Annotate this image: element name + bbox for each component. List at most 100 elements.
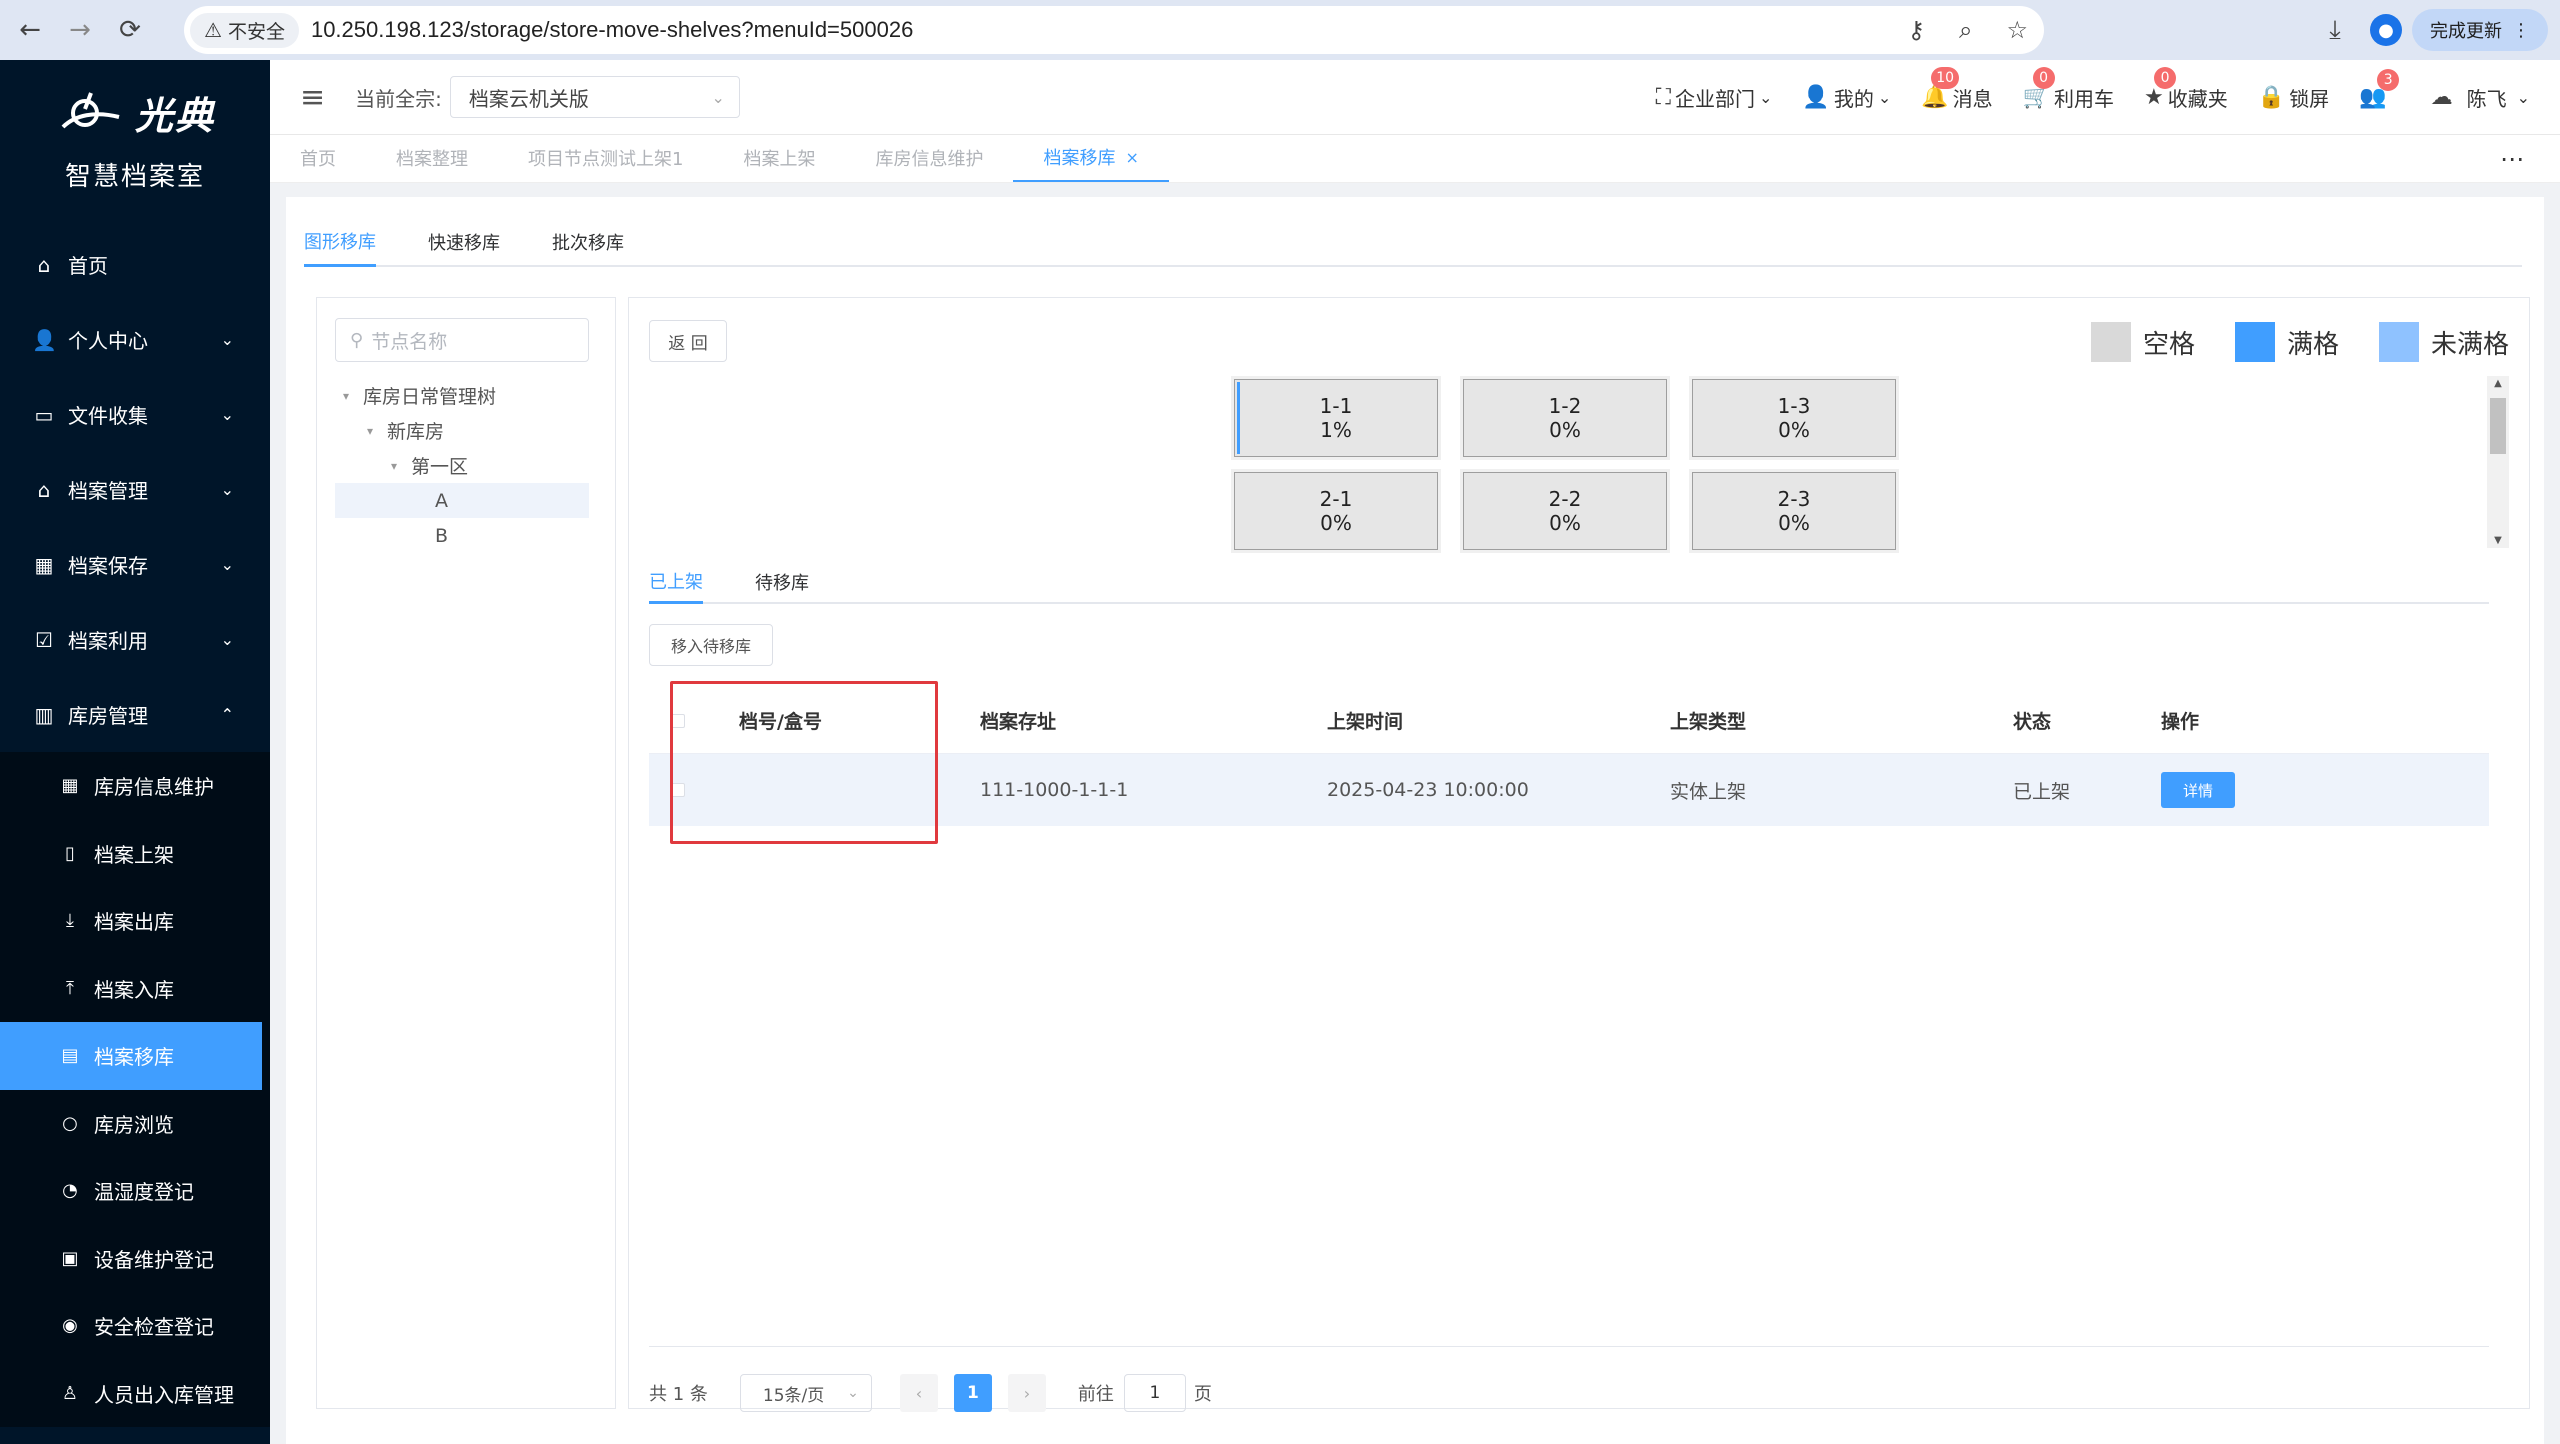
page-size-select[interactable]: 15条/页 ⌄ (739, 1374, 872, 1412)
tab-node-test[interactable]: 项目节点测试上架1 (498, 134, 713, 182)
col-header-time: 上架时间 (1327, 711, 1404, 733)
messages-button[interactable]: 🔔 10 消息 (1921, 67, 1993, 112)
scroll-down-icon[interactable]: ▼ (2487, 535, 2509, 546)
sidebar-subitem-inbound[interactable]: ⤒ 档案入库 (0, 955, 270, 1023)
sidebar-item-warehouse[interactable]: ▥ 库房管理 ⌃ (0, 677, 270, 752)
sidebar-subitem-humidity[interactable]: ◔ 温湿度登记 (0, 1157, 270, 1225)
tree-node[interactable]: ▾ 第一区 (335, 448, 589, 483)
tree-search-input[interactable]: ⚲ 节点名称 (335, 318, 589, 362)
chevron-down-icon: ⌄ (711, 87, 725, 107)
tab-arrange[interactable]: 档案整理 (366, 134, 498, 182)
user-menu[interactable]: ☁ 陈飞 ⌄ (2431, 83, 2530, 112)
forward-arrow-icon[interactable]: → (60, 10, 100, 50)
shelf-cell[interactable]: 1-1 1% (1231, 376, 1441, 460)
sidebar-item-archive-save[interactable]: ▦ 档案保存 ⌄ (0, 527, 270, 602)
security-warning[interactable]: ⚠ 不安全 (190, 12, 299, 48)
sidebar-item-archive-use[interactable]: ☑ 档案利用 ⌄ (0, 602, 270, 677)
shelf-cell[interactable]: 1-3 0% (1689, 376, 1899, 460)
close-icon[interactable]: × (1125, 148, 1138, 167)
caret-down-icon[interactable]: ▾ (343, 389, 355, 403)
address-bar[interactable]: ⚠ 不安全 10.250.198.123/storage/store-move-s… (184, 6, 2044, 54)
chevron-down-icon: ⌄ (220, 555, 234, 574)
profile-icon[interactable]: ● (2370, 14, 2402, 46)
menu-toggle-icon[interactable]: ≡ (300, 80, 325, 115)
tree-node-selected[interactable]: A (335, 483, 589, 518)
tab-move[interactable]: 档案移库 × (1013, 134, 1169, 182)
update-button[interactable]: 完成更新 ⋮ (2412, 9, 2548, 51)
sidebar-subitem-browse[interactable]: ○ 库房浏览 (0, 1090, 270, 1158)
page-number-button[interactable]: 1 (953, 1374, 992, 1412)
star-icon[interactable]: ☆ (2006, 16, 2028, 44)
sidebar-subitem-warehouse-info[interactable]: ▦ 库房信息维护 (0, 752, 270, 820)
logo: 光典 (0, 82, 270, 142)
tab-pending-move[interactable]: 待移库 (755, 560, 809, 604)
col-header-address: 档案存址 (980, 711, 1057, 733)
shelf-cell[interactable]: 1-2 0% (1460, 376, 1670, 460)
url-text[interactable]: 10.250.198.123/storage/store-move-shelve… (311, 17, 913, 43)
favorites-button[interactable]: ★ 0 收藏夹 (2144, 67, 2228, 112)
chevron-down-icon: ⌄ (1759, 88, 1773, 107)
tab-home[interactable]: 首页 (270, 134, 366, 182)
sidebar-menu: ⌂ 首页 👤 个人中心 ⌄ ▭ 文件收集 ⌄ ⌂ 档案管理 ⌄ ▦ 档案保存 ⌄ ☑ 档案利用 ⌄ ▥… (0, 227, 270, 1427)
scroll-up-icon[interactable]: ▲ (2487, 378, 2509, 389)
clipboard-icon: ☑ (35, 627, 53, 652)
cell-type: 实体上架 (1670, 780, 1747, 803)
sidebar-item-collect[interactable]: ▭ 文件收集 ⌄ (0, 377, 270, 452)
cart-button[interactable]: 🛒 0 利用车 (2023, 67, 2114, 112)
tab-shelved[interactable]: 已上架 (649, 560, 703, 604)
scroll-thumb[interactable] (2490, 398, 2506, 454)
key-icon[interactable]: ⚷ (1907, 16, 1925, 44)
tree-node[interactable]: ▾ 库房日常管理树 (335, 378, 589, 413)
tree-node[interactable]: B (335, 518, 589, 553)
more-vert-icon: ⋮ (2512, 19, 2530, 41)
sidebar-subitem-outbound[interactable]: ⤓ 档案出库 (0, 887, 270, 955)
lock-button[interactable]: 🔒 锁屏 (2258, 83, 2329, 112)
sidebar-item-personal[interactable]: 👤 个人中心 ⌄ (0, 302, 270, 377)
cell-address: 111-1000-1-1-1 (980, 779, 1129, 801)
next-page-button[interactable]: › (1007, 1374, 1046, 1412)
grid-scrollbar[interactable]: ▲ ▼ (2487, 376, 2509, 548)
tab-graphic-move[interactable]: 图形移库 (304, 217, 376, 267)
sidebar-subitem-shelve[interactable]: ▯ 档案上架 (0, 820, 270, 888)
back-button[interactable]: 返 回 (649, 320, 727, 362)
goto-page-input[interactable]: 1 (1123, 1374, 1186, 1412)
caret-down-icon[interactable]: ▾ (391, 459, 403, 473)
caret-down-icon[interactable]: ▾ (367, 424, 379, 438)
page-suffix: 页 (1193, 1384, 1212, 1405)
messages-badge: 10 (1931, 67, 1960, 89)
legend-swatch (2090, 322, 2131, 362)
home-icon: ⌂ (37, 252, 51, 277)
sidebar-subitem-safety[interactable]: ◉ 安全检查登记 (0, 1292, 270, 1360)
shelf-cell[interactable]: 2-2 0% (1460, 469, 1670, 553)
sidebar-subitem-move[interactable]: ▤ 档案移库 (0, 1022, 262, 1090)
sidebar-subitem-device[interactable]: ▣ 设备维护登记 (0, 1225, 270, 1293)
back-arrow-icon[interactable]: ← (10, 10, 50, 50)
reload-icon[interactable]: ⟳ (110, 10, 150, 50)
tab-quick-move[interactable]: 快速移库 (428, 217, 500, 267)
online-users-button[interactable]: 👥 3 (2359, 69, 2400, 110)
shelf-cell[interactable]: 2-3 0% (1689, 469, 1899, 553)
dept-menu[interactable]: ⛶ 企业部门 ⌄ (1656, 83, 1773, 112)
tree-node[interactable]: ▾ 新库房 (335, 413, 589, 448)
mine-menu[interactable]: 👤 我的 ⌄ (1802, 83, 1891, 112)
bank-icon: ⌂ (37, 477, 51, 502)
download-icon[interactable]: ⤓ (2310, 15, 2360, 46)
legend: 空格 满格 未满格 (2051, 322, 2509, 362)
tab-warehouse-info[interactable]: 库房信息维护 (845, 134, 1013, 182)
sidebar-item-archive-manage[interactable]: ⌂ 档案管理 ⌄ (0, 452, 270, 527)
total-count: 共 1 条 (649, 1384, 708, 1405)
zoom-icon[interactable]: ⌕ (1959, 16, 1972, 44)
more-icon[interactable]: ⋯ (2500, 145, 2524, 173)
tab-batch-move[interactable]: 批次移库 (552, 217, 624, 267)
prev-page-button[interactable]: ‹ (899, 1374, 938, 1412)
qz-select[interactable]: 档案云机关版 ⌄ (449, 76, 740, 118)
browser-toolbar: ← → ⟳ ⚠ 不安全 10.250.198.123/storage/store-… (0, 0, 2560, 60)
detail-button[interactable]: 详情 (2161, 772, 2235, 808)
qz-label: 当前全宗: (355, 86, 442, 111)
move-to-pending-button[interactable]: 移入待移库 (649, 624, 773, 666)
shelf-cell[interactable]: 2-1 0% (1231, 469, 1441, 553)
building-icon: ▦ (61, 775, 79, 797)
sidebar-item-home[interactable]: ⌂ 首页 (0, 227, 270, 302)
tab-shelve[interactable]: 档案上架 (713, 134, 845, 182)
sidebar-subitem-personnel[interactable]: ♙ 人员出入库管理 (0, 1360, 270, 1428)
